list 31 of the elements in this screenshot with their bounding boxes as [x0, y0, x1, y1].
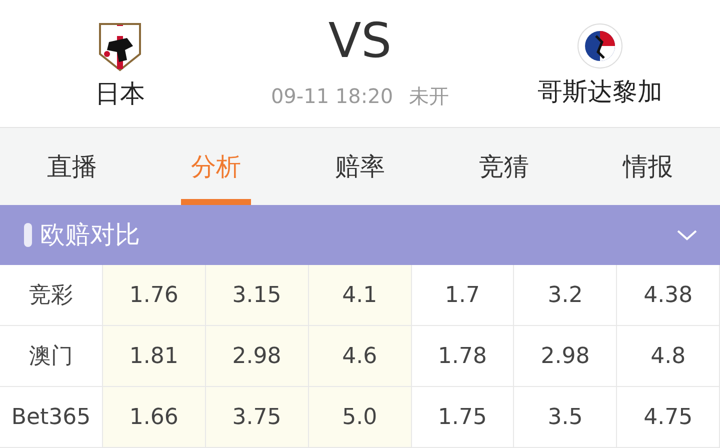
vs-label: VS [328, 16, 392, 64]
odds-cell: 4.75 [617, 387, 720, 448]
odds-cell: 1.7 [412, 265, 514, 326]
odds-cell: 5.0 [308, 387, 412, 448]
chevron-down-icon[interactable] [676, 228, 698, 242]
tab[interactable]: 直播 [0, 128, 144, 205]
team-name: 日本 [95, 80, 145, 108]
odds-cell: 1.76 [103, 265, 206, 326]
match-status: 未开 [409, 82, 450, 110]
odds-cell: 2.98 [206, 326, 309, 387]
odds-cell: 3.75 [206, 387, 309, 448]
odds-cell: 4.38 [617, 265, 720, 326]
odds-cell: 3.2 [514, 265, 618, 326]
section-title: 欧赔对比 [40, 219, 140, 252]
odds-cell: 1.81 [103, 326, 206, 387]
tab[interactable]: 赔率 [288, 128, 432, 205]
odds-cell: 1.75 [412, 387, 514, 448]
odds-cell: 4.8 [617, 326, 720, 387]
tab[interactable]: 竞猜 [432, 128, 576, 205]
odds-cell: 1.66 [103, 387, 206, 448]
odds-cell: 3.5 [514, 387, 618, 448]
odds-cell: 2.98 [514, 326, 618, 387]
team-name: 哥斯达黎加 [537, 78, 662, 106]
odds-cell: 4.1 [308, 265, 412, 326]
odds-cell: 1.78 [412, 326, 514, 387]
tab[interactable]: 情报 [576, 128, 720, 205]
match-time: 09-11 18:20 [270, 82, 394, 110]
crest-icon [576, 22, 624, 70]
odds-cell: 3.15 [206, 265, 309, 326]
odds-cell: 4.6 [308, 326, 412, 387]
section-marker [24, 223, 32, 247]
